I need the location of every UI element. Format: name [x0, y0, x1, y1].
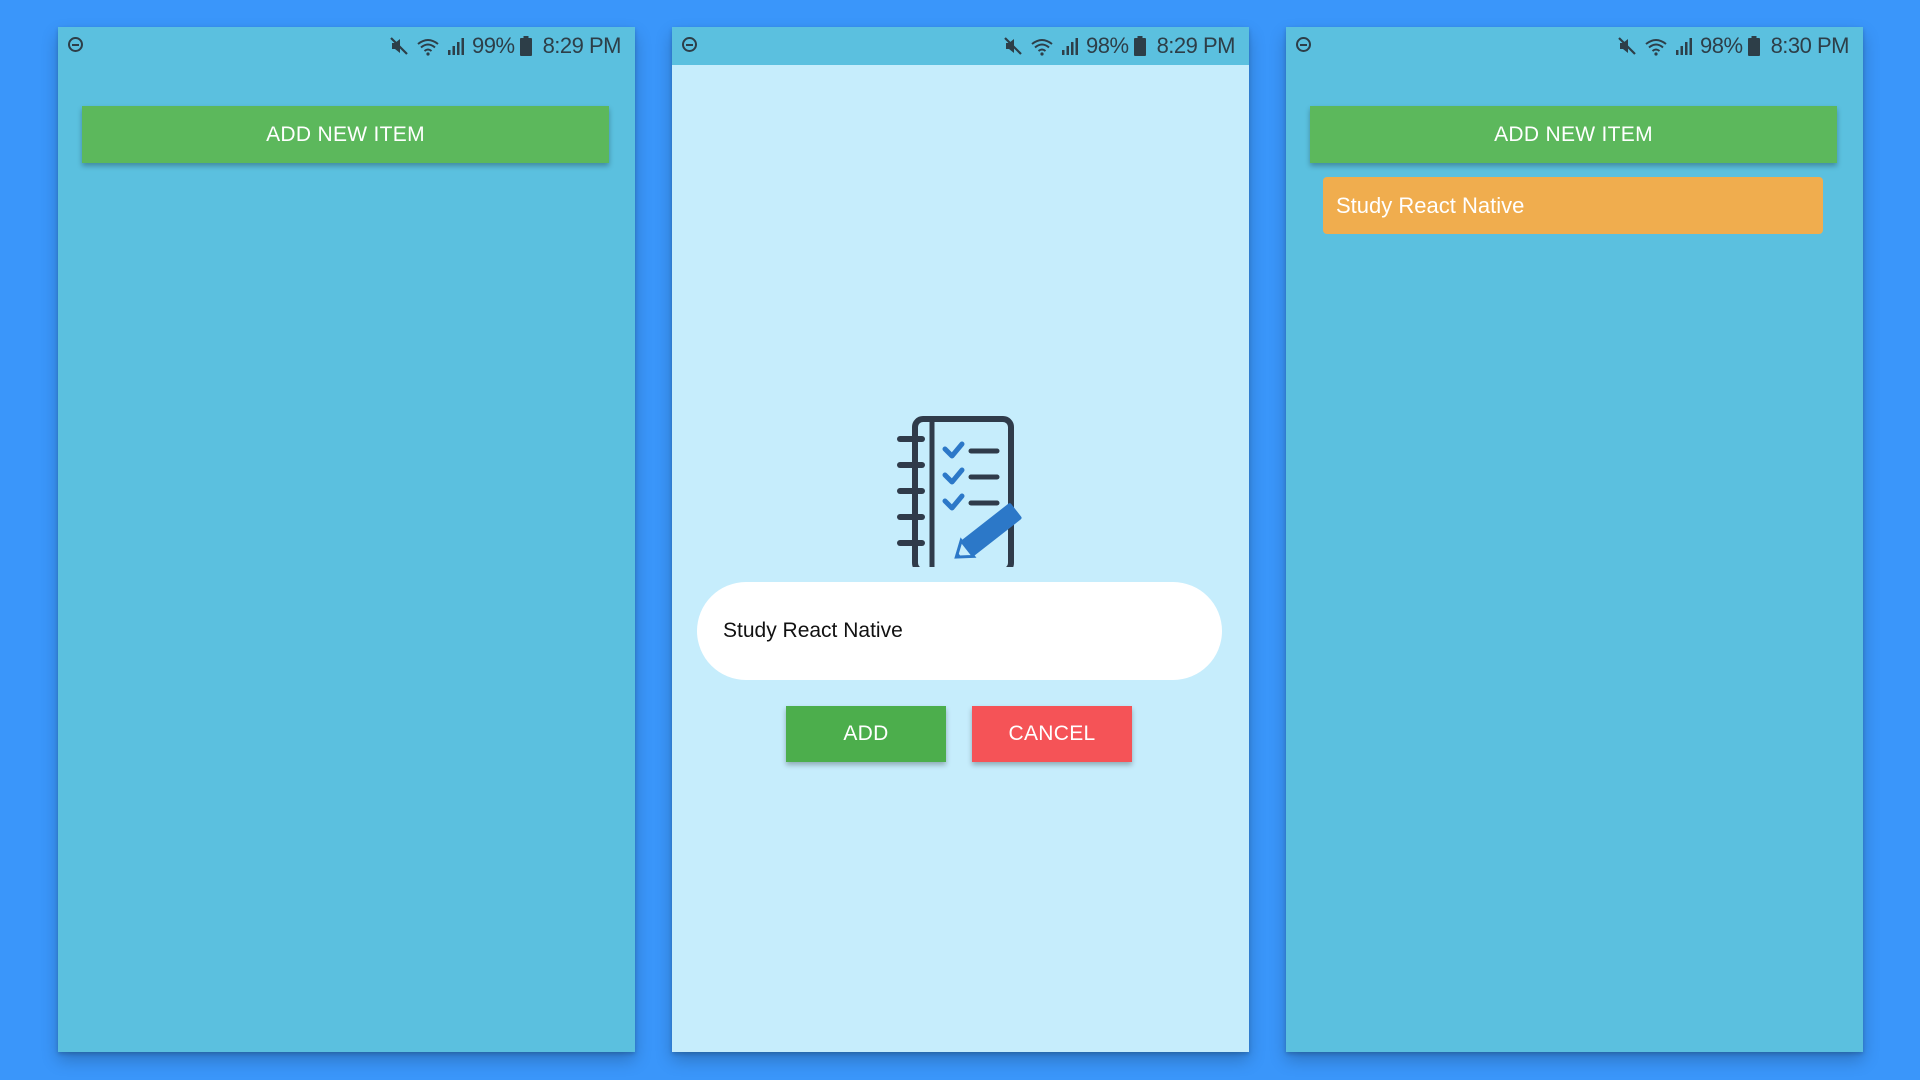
add-new-item-button[interactable]: ADD NEW ITEM	[1310, 106, 1837, 163]
mute-icon	[389, 36, 409, 56]
signal-icon	[447, 36, 465, 56]
do-not-disturb-icon	[68, 37, 83, 52]
status-indicators: 99% 8:29 PM	[389, 27, 622, 65]
mute-icon	[1003, 36, 1023, 56]
status-indicators: 98% 8:30 PM	[1617, 27, 1850, 65]
phone-screen-list-with-item: 98% 8:30 PM ADD NEW ITEM Study React Nat…	[1286, 27, 1863, 1052]
checklist-notebook-pencil-icon	[882, 387, 1042, 574]
do-not-disturb-icon	[1296, 37, 1311, 52]
battery-icon	[1747, 36, 1760, 56]
phone-screen-empty-list: 99% 8:29 PM ADD NEW ITEM	[58, 27, 635, 1052]
new-item-text-input[interactable]	[697, 582, 1222, 680]
battery-percent: 99%	[472, 33, 515, 58]
clock: 8:29 PM	[1156, 33, 1236, 58]
add-new-item-button[interactable]: ADD NEW ITEM	[82, 106, 609, 163]
wifi-icon	[1644, 36, 1668, 56]
wifi-icon	[1030, 36, 1054, 56]
battery-icon	[519, 36, 532, 56]
status-bar: 99% 8:29 PM	[58, 27, 635, 65]
signal-icon	[1061, 36, 1079, 56]
battery-icon	[1133, 36, 1146, 56]
clock: 8:30 PM	[1770, 33, 1850, 58]
phone-screen-add-item-modal: 98% 8:29 PM Study React Native ADD CANCE…	[672, 27, 1249, 1052]
clock: 8:29 PM	[542, 33, 622, 58]
battery-percent: 98%	[1700, 33, 1743, 58]
status-bar: 98% 8:30 PM	[1286, 27, 1863, 65]
wifi-icon	[416, 36, 440, 56]
cancel-button[interactable]: CANCEL	[972, 706, 1132, 762]
add-button[interactable]: ADD	[786, 706, 946, 762]
do-not-disturb-icon	[682, 37, 697, 52]
status-bar: 98% 8:29 PM	[672, 27, 1249, 65]
signal-icon	[1675, 36, 1693, 56]
mute-icon	[1617, 36, 1637, 56]
battery-percent: 98%	[1086, 33, 1129, 58]
list-item[interactable]: Study React Native	[1323, 177, 1823, 234]
status-indicators: 98% 8:29 PM	[1003, 27, 1236, 65]
